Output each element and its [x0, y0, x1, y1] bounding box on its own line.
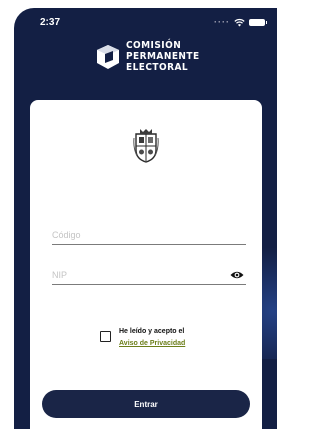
brand-logo: [97, 44, 119, 69]
privacy-notice-link[interactable]: Aviso de Privacidad: [119, 338, 185, 350]
wifi-icon: [234, 18, 245, 27]
status-icons: ····: [214, 17, 267, 27]
login-card: He leído y acepto el Aviso de Privacidad…: [30, 100, 262, 429]
nip-input[interactable]: [52, 270, 222, 280]
privacy-consent: He leído y acepto el Aviso de Privacidad: [100, 326, 185, 350]
eye-icon[interactable]: [230, 270, 244, 280]
brand-header: COMISIÓN PERMANENTE ELECTORAL: [96, 40, 208, 73]
university-crest: [133, 129, 159, 163]
status-bar: 2:37 ····: [14, 8, 277, 34]
privacy-checkbox[interactable]: [100, 331, 111, 342]
code-input[interactable]: [52, 230, 222, 240]
brand-name: COMISIÓN PERMANENTE ELECTORAL: [126, 40, 200, 73]
nip-field[interactable]: [52, 258, 246, 285]
submit-button[interactable]: Entrar: [42, 390, 250, 418]
battery-icon: [249, 18, 267, 26]
code-field[interactable]: [52, 218, 246, 245]
status-time: 2:37: [40, 17, 61, 28]
privacy-text: He leído y acepto el Aviso de Privacidad: [119, 326, 185, 350]
signal-dots: ····: [214, 17, 230, 27]
app-screen: 2:37 ···· COMISIÓN PERMANENTE ELECTORAL: [14, 8, 277, 429]
